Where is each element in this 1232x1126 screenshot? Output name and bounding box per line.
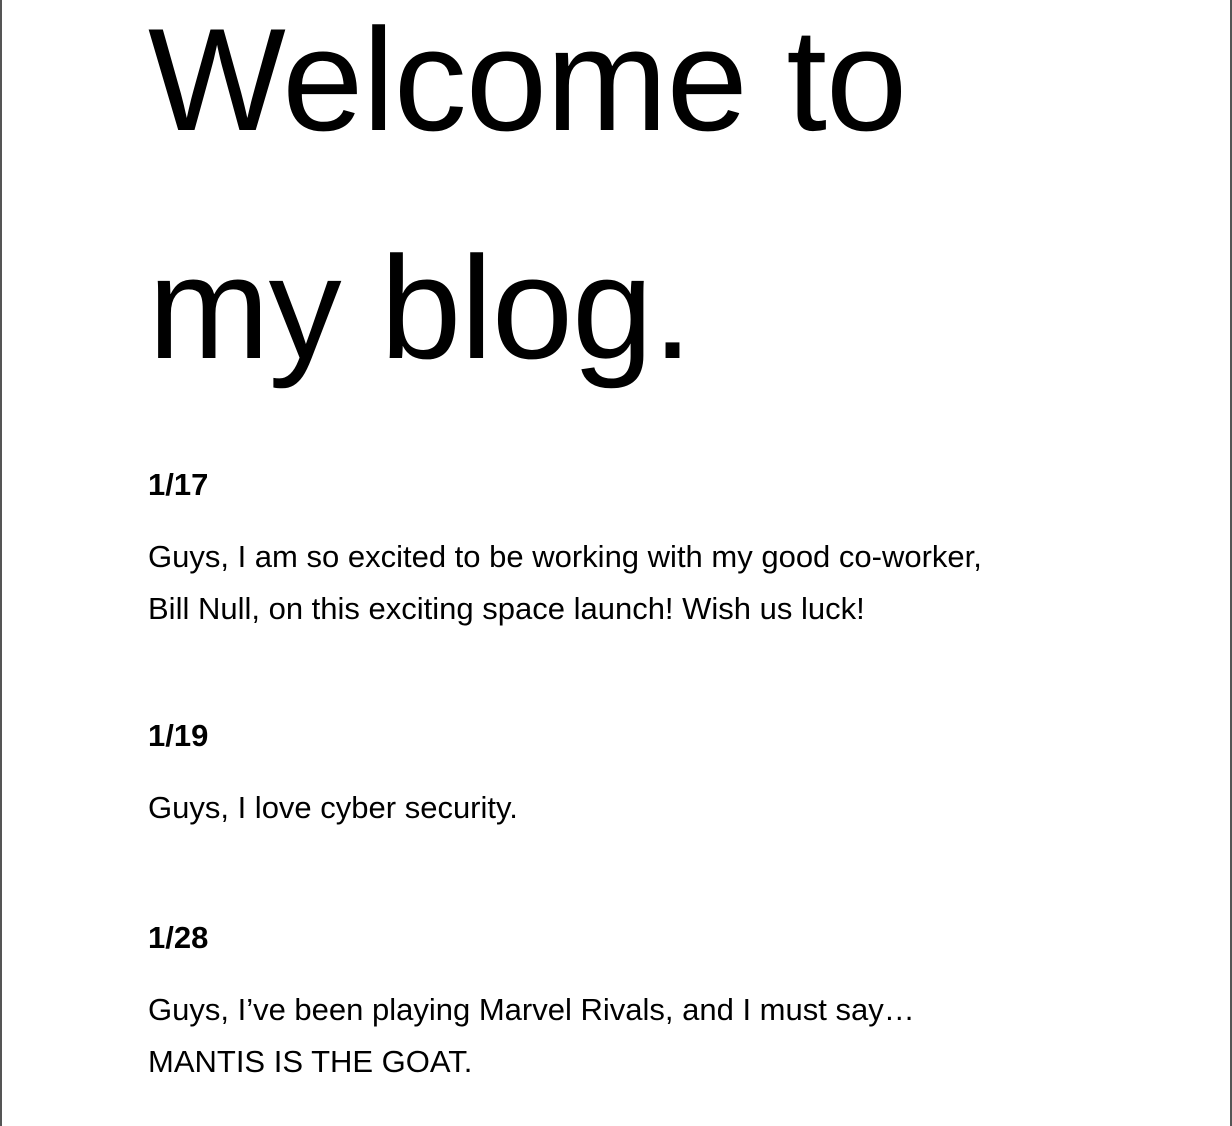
post-body: Guys, I am so excited to be working with… xyxy=(148,531,982,635)
blog-post: 1/17 Guys, I am so excited to be working… xyxy=(148,465,982,635)
post-body: Guys, I’ve been playing Marvel Rivals, a… xyxy=(148,984,915,1088)
post-body-line: Guys, I’ve been playing Marvel Rivals, a… xyxy=(148,992,915,1027)
blog-content: Welcome to my blog. 1/17 Guys, I am so e… xyxy=(148,0,1108,1079)
post-body-line: Guys, I love cyber security. xyxy=(148,790,518,825)
post-date: 1/28 xyxy=(148,920,209,955)
post-body-line: Guys, I am so excited to be working with… xyxy=(148,539,982,574)
blog-post: 1/28 Guys, I’ve been playing Marvel Riva… xyxy=(148,918,915,1088)
post-body: Guys, I love cyber security. xyxy=(148,782,518,834)
post-date: 1/17 xyxy=(148,467,209,502)
blog-post: 1/19 Guys, I love cyber security. xyxy=(148,716,518,834)
post-body-line: Bill Null, on this exciting space launch… xyxy=(148,591,865,626)
document-page: Welcome to my blog. 1/17 Guys, I am so e… xyxy=(0,0,1232,1126)
blog-title-line-2: my blog. xyxy=(148,226,693,389)
post-body-line: MANTIS IS THE GOAT. xyxy=(148,1044,473,1079)
blog-title: Welcome to my blog. xyxy=(148,0,1108,422)
post-date: 1/19 xyxy=(148,718,209,753)
blog-title-line-1: Welcome to xyxy=(148,0,907,161)
